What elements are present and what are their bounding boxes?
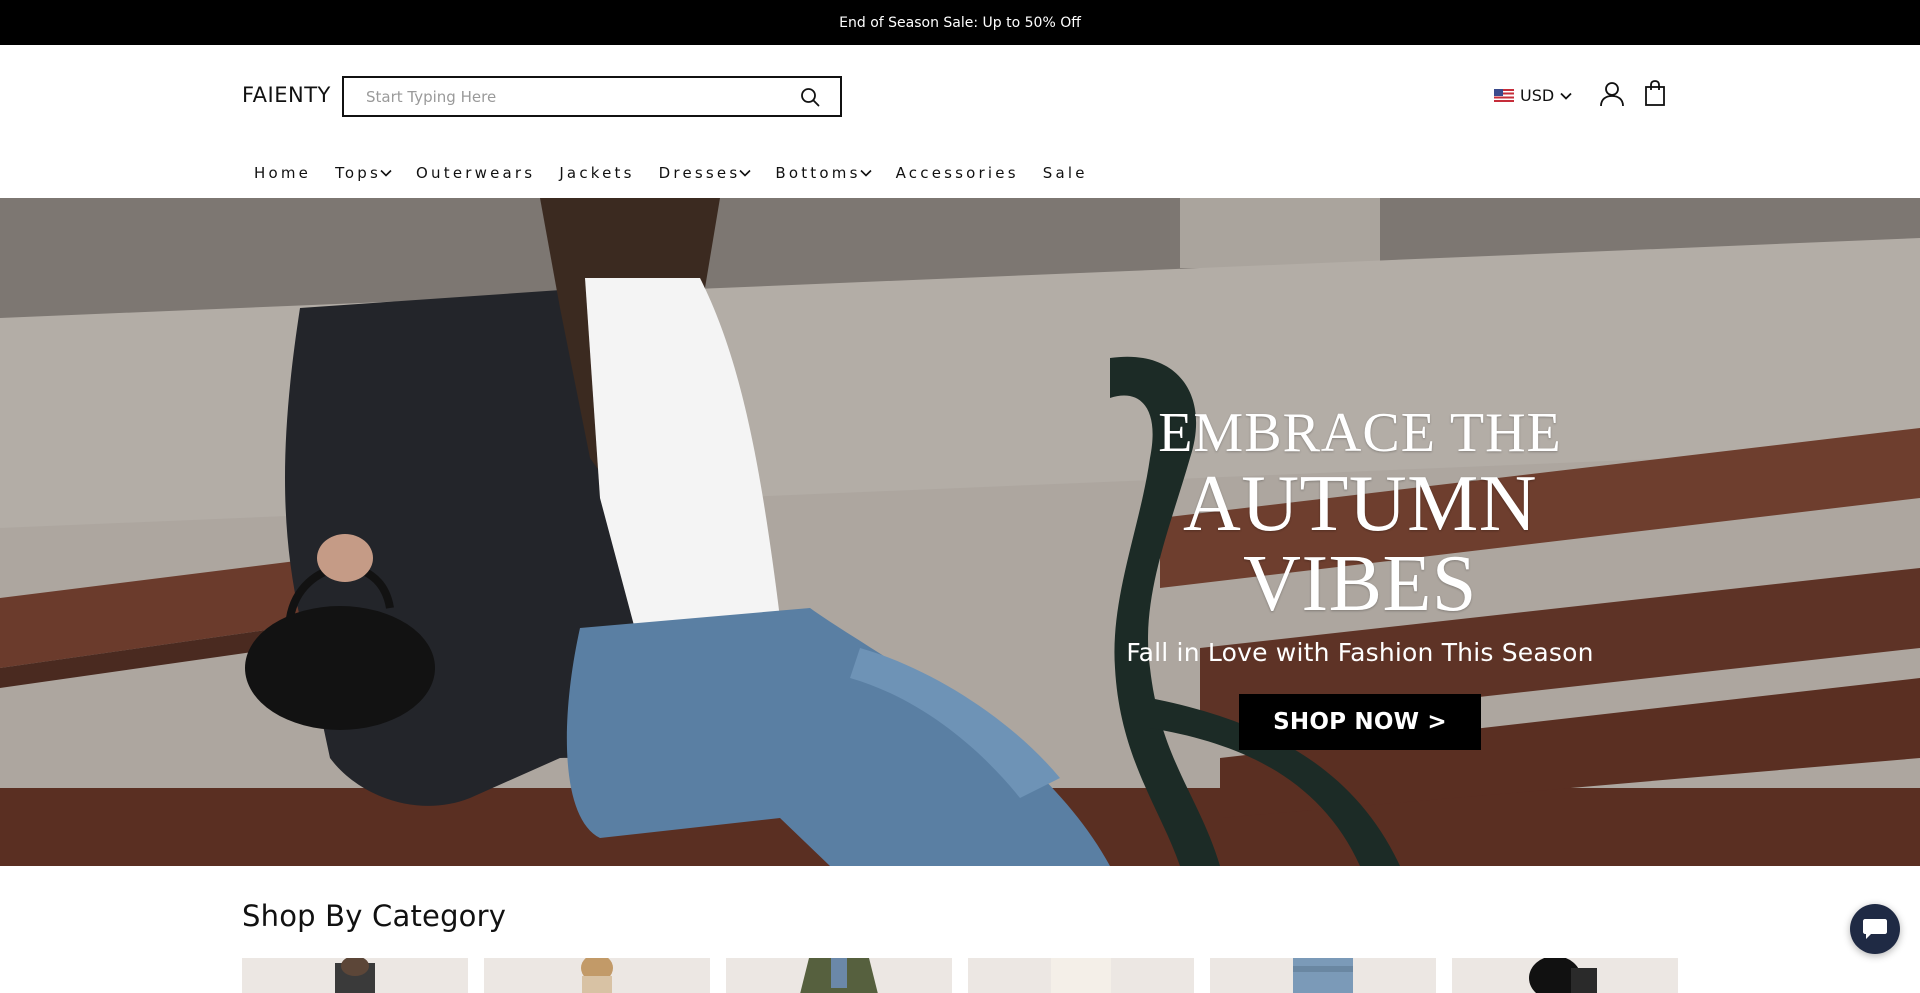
hero-tagline: Fall in Love with Fashion This Season: [1126, 638, 1594, 667]
category-image: [335, 958, 375, 993]
category-grid: [242, 958, 1678, 993]
chat-icon: [1863, 919, 1887, 939]
chevron-down-icon: [739, 169, 751, 177]
section-title: Shop By Category: [242, 899, 507, 933]
hero-heading-line1: EMBRACE THE: [1158, 402, 1562, 464]
category-card-2[interactable]: [484, 958, 710, 993]
store-logo[interactable]: FAIENTY: [242, 83, 331, 107]
nav-item-dresses[interactable]: Dresses: [659, 164, 752, 182]
category-image: [800, 958, 878, 993]
category-card-6[interactable]: [1452, 958, 1678, 993]
category-card-1[interactable]: [242, 958, 468, 993]
nav-item-outerwears[interactable]: Outerwears: [416, 164, 535, 182]
hero-image: [0, 198, 1920, 866]
nav-item-bottoms[interactable]: Bottoms: [775, 164, 872, 182]
category-card-3[interactable]: [726, 958, 952, 993]
account-icon[interactable]: [1599, 81, 1625, 107]
cart-icon[interactable]: [1644, 80, 1666, 106]
search-input[interactable]: [366, 87, 786, 106]
main-nav: Home Tops Outerwears Jackets Dresses Bot…: [242, 162, 1112, 184]
site-header: FAIENTY USD Home Tops Outerwears Jackets…: [0, 45, 1920, 198]
announcement-text: End of Season Sale: Up to 50% Off: [839, 14, 1081, 31]
category-card-5[interactable]: [1210, 958, 1436, 993]
search-bar: [342, 76, 842, 117]
category-image: [1529, 958, 1597, 993]
chevron-down-icon: [860, 169, 872, 177]
chevron-down-icon: [1560, 92, 1572, 100]
us-flag-icon: [1494, 89, 1514, 102]
nav-item-sale[interactable]: Sale: [1043, 164, 1088, 182]
nav-item-tops[interactable]: Tops: [335, 164, 392, 182]
search-icon[interactable]: [800, 87, 820, 107]
chevron-down-icon: [380, 169, 392, 177]
currency-code: USD: [1520, 86, 1555, 105]
category-image: [1293, 958, 1353, 993]
chat-button[interactable]: [1850, 904, 1900, 954]
nav-item-accessories[interactable]: Accessories: [896, 164, 1019, 182]
announcement-bar: End of Season Sale: Up to 50% Off: [0, 0, 1920, 45]
nav-item-jackets[interactable]: Jackets: [559, 164, 634, 182]
hero-banner[interactable]: EMBRACE THE AUTUMN VIBES Fall in Love wi…: [0, 198, 1920, 866]
category-card-4[interactable]: [968, 958, 1194, 993]
category-image: [1051, 958, 1111, 993]
hero-heading-line2: AUTUMN VIBES: [1182, 460, 1538, 628]
category-image: [581, 958, 613, 993]
hero-text-block: EMBRACE THE AUTUMN VIBES Fall in Love wi…: [1110, 402, 1610, 750]
shop-now-button[interactable]: SHOP NOW >: [1239, 694, 1481, 750]
currency-selector[interactable]: USD: [1494, 86, 1572, 105]
nav-item-home[interactable]: Home: [254, 164, 311, 182]
